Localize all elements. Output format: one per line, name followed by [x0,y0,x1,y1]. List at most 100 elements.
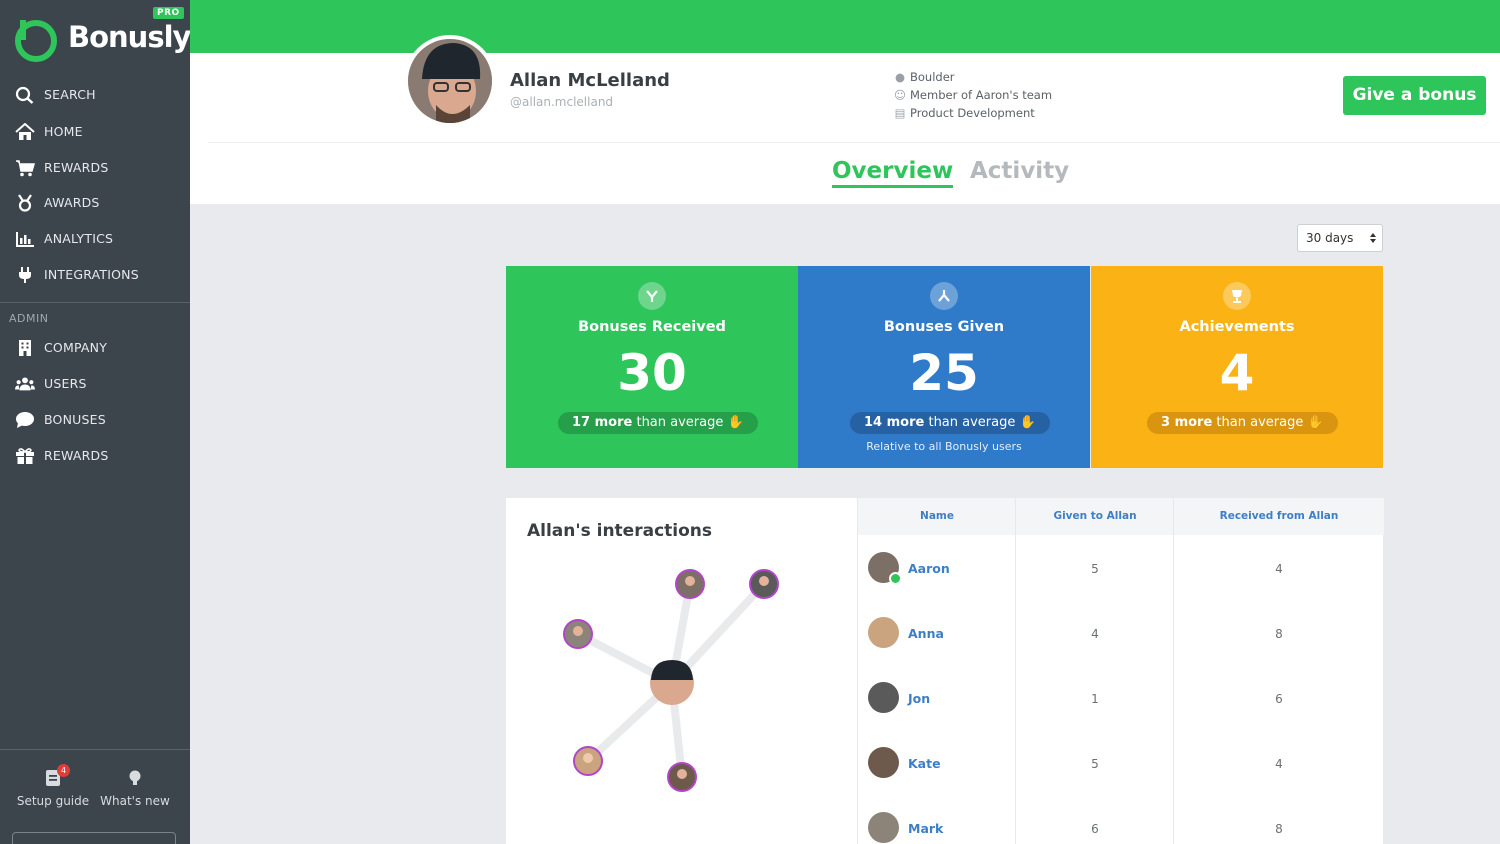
top-bar [190,0,1500,53]
bonuses-received-card: Bonuses Received 30 17 more than average… [506,266,798,468]
tab-overview[interactable]: Overview [832,158,954,188]
plug-icon [19,267,31,283]
given-count: 4 [1091,627,1099,641]
clap-icon: ✋ [1019,415,1036,430]
graph-node-jon[interactable] [749,569,779,599]
column-header-given[interactable]: Given to Allan [1016,498,1174,535]
pill-bold: 3 more [1161,415,1213,430]
received-count: 4 [1275,757,1283,771]
column-header-name[interactable]: Name [858,498,1016,535]
table-row: Anna 4 8 [858,616,1384,681]
sidebar-item-rewards[interactable]: REWARDS [0,151,190,185]
graph-node-aaron[interactable] [675,569,705,599]
sidebar-item-label: AWARDS [44,195,100,210]
header-divider [208,142,1500,143]
location-text: Boulder [910,70,955,84]
given-count: 6 [1091,822,1099,836]
graph-node-anna[interactable] [573,746,603,776]
sidebar-divider [0,302,190,303]
team-icon: ☺ [894,88,906,102]
sidebar-item-label: INTEGRATIONS [44,267,139,282]
user-name-link[interactable]: Anna [908,626,944,641]
sidebar-item-home[interactable]: HOME [0,115,190,149]
bonus-given-icon [930,282,958,310]
search-icon [15,86,34,104]
building-icon [19,340,31,356]
sidebar-item-label: SEARCH [44,87,96,102]
pill-bold: 17 more [572,415,633,430]
bonusly-logo[interactable]: Bonusly PRO [14,7,191,62]
sidebar-item-users[interactable]: USERS [0,367,190,401]
user-menu-button[interactable] [12,832,176,844]
period-select[interactable]: 30 days [1297,224,1383,252]
average-pill: 17 more than average ✋ [558,412,758,434]
sidebar-item-bonuses[interactable]: BONUSES [0,403,190,437]
sidebar-item-admin-rewards[interactable]: REWARDS [0,439,190,473]
profile-handle: @allan.mclelland [510,95,614,109]
sidebar-item-label: ANALYTICS [44,231,114,246]
graph-node-mark[interactable] [563,619,593,649]
column-header-received[interactable]: Received from Allan [1174,498,1384,535]
id-card-icon: ▤ [894,106,906,120]
profile-name: Allan McLelland [510,70,670,91]
profile-location: ● Boulder [893,70,955,84]
sidebar-item-label: REWARDS [44,448,109,463]
achievements-card: Achievements 4 3 more than average ✋ [1091,266,1383,468]
notification-badge: 4 [57,764,70,777]
average-pill: 14 more than average ✋ [850,412,1050,434]
pill-text: than average [636,415,724,430]
received-count: 8 [1275,822,1283,836]
user-name-link[interactable]: Aaron [908,561,950,576]
graph-node-kate[interactable] [667,762,697,792]
card-title: Bonuses Given [883,319,1005,335]
given-count: 1 [1091,692,1099,706]
card-value: 4 [1219,344,1255,402]
sidebar-divider [0,749,190,750]
sidebar-item-search[interactable]: SEARCH [0,78,190,112]
home-icon [15,123,35,140]
sidebar-item-awards[interactable]: AWARDS [0,186,190,220]
sidebar-item-integrations[interactable]: INTEGRATIONS [0,258,190,292]
lightbulb-icon [129,770,141,785]
card-value: 25 [909,344,979,402]
card-note: Relative to all Bonusly users [866,440,1022,453]
network-graph [563,569,779,792]
sidebar: Bonusly PRO SEARCH HOME REWARDS AWARDS A… [0,0,191,844]
avatar [868,747,899,778]
whats-new-button[interactable]: What's new [95,768,175,808]
avatar [868,682,899,713]
sidebar-item-analytics[interactable]: ANALYTICS [0,222,190,256]
table-row: Mark 6 8 [858,811,1384,844]
admin-star-icon [889,572,902,585]
setup-guide-label: Setup guide [16,794,90,808]
sidebar-item-label: REWARDS [44,160,109,175]
map-pin-icon: ● [894,70,906,84]
department-text: Product Development [910,106,1035,120]
team-text: Member of Aaron's team [910,88,1053,102]
avatar [868,812,899,843]
gift-icon [16,448,34,464]
cart-icon [16,160,35,177]
sidebar-item-label: COMPANY [44,340,108,355]
clap-icon: ✋ [727,415,744,430]
profile-avatar [404,35,496,127]
sidebar-item-label: BONUSES [44,412,106,427]
user-name-link[interactable]: Jon [908,691,930,706]
graph-node-allan[interactable] [650,660,694,705]
card-title: Bonuses Received [578,319,726,335]
tab-activity[interactable]: Activity [970,158,1069,184]
received-count: 6 [1275,692,1283,706]
brand-name: Bonusly [68,20,191,54]
sidebar-item-company[interactable]: COMPANY [0,331,190,365]
card-title: Achievements [1179,319,1295,335]
pro-badge: PRO [153,7,184,19]
user-name-link[interactable]: Kate [908,756,941,771]
setup-guide-button[interactable]: 4 Setup guide [13,764,93,808]
avatar-image [408,39,492,123]
interactions-graph: Allan's interactions [506,498,857,844]
bar-chart-icon [16,232,34,247]
interactions-title: Allan's interactions [527,521,712,541]
user-name-link[interactable]: Mark [908,821,943,836]
give-bonus-button[interactable]: Give a bonus [1343,76,1486,115]
table-row: Kate 5 4 [858,746,1384,811]
